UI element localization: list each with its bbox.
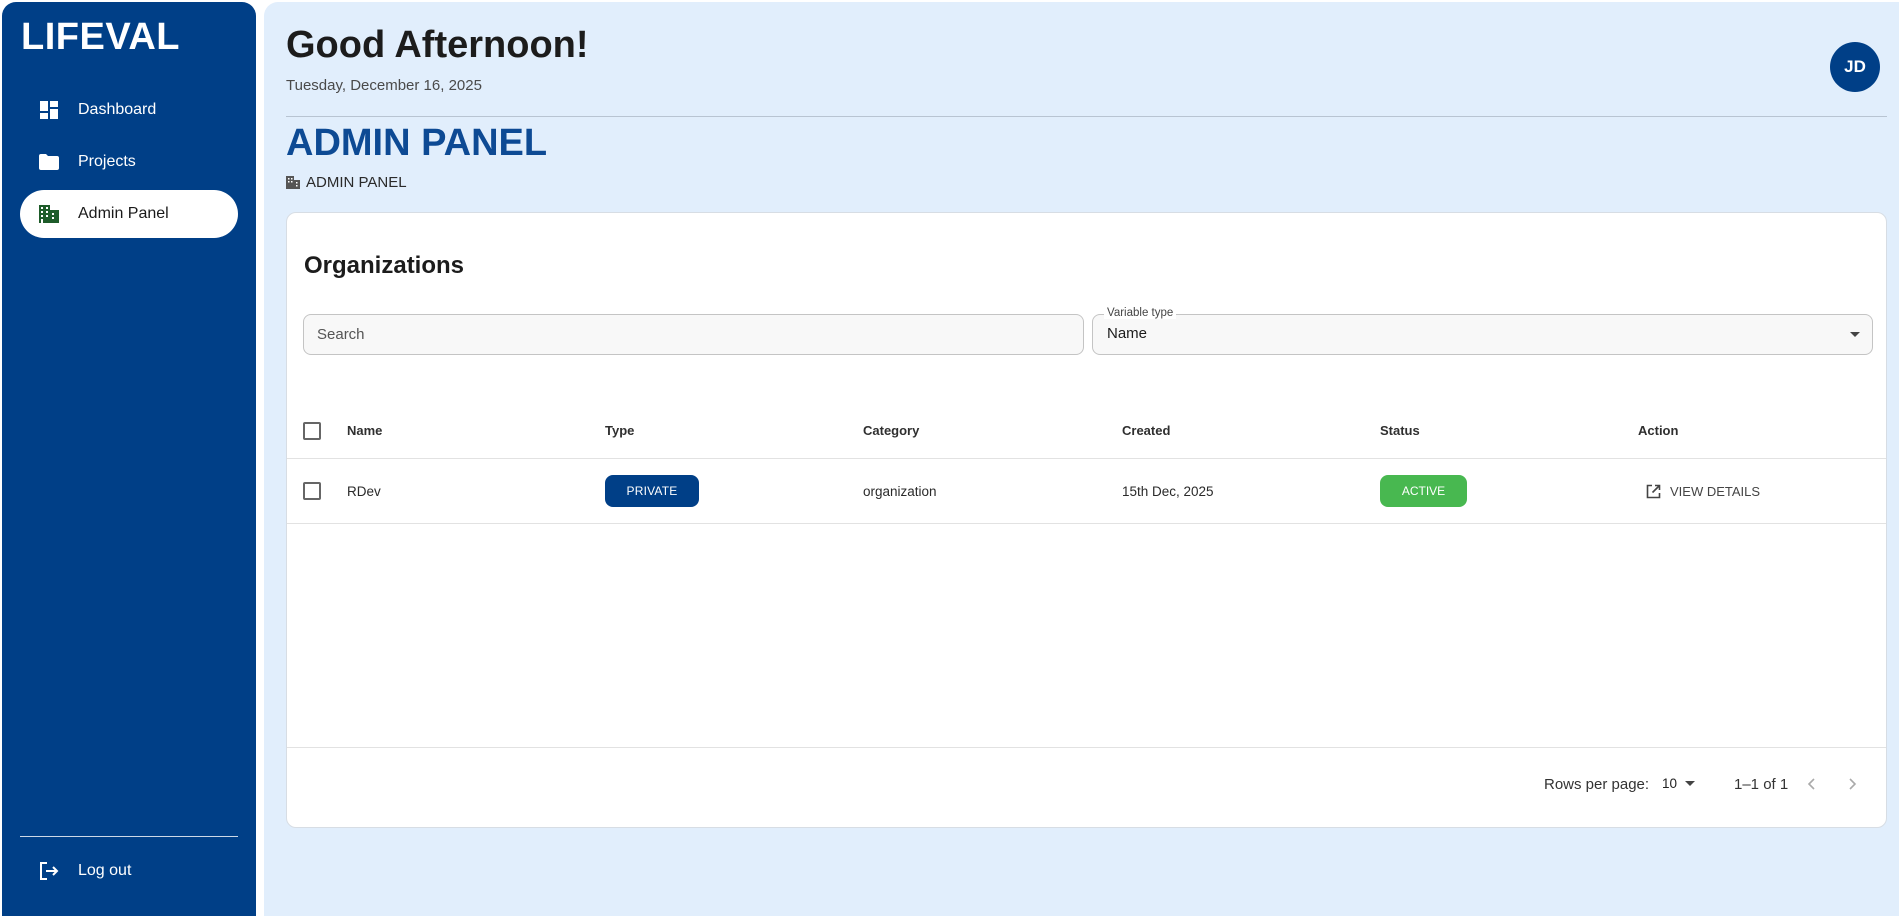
column-header-created[interactable]: Created	[1122, 403, 1170, 458]
select-all-checkbox[interactable]	[303, 421, 321, 440]
sidebar-item-admin-panel[interactable]: Admin Panel	[20, 190, 238, 238]
organizations-card: Organizations Variable type Name Name Ty…	[286, 212, 1887, 828]
select-value: Name	[1107, 325, 1148, 342]
org-category: organization	[863, 483, 937, 499]
org-created: 15th Dec, 2025	[1122, 483, 1214, 499]
rows-per-page-select[interactable]: 10	[1662, 776, 1696, 791]
sidebar-item-dashboard[interactable]: Dashboard	[20, 86, 238, 134]
header-divider	[286, 116, 1887, 117]
sidebar: LIFEVAL Dashboard Projects Admin Panel L…	[2, 2, 256, 916]
breadcrumb: ADMIN PANEL	[286, 174, 407, 191]
sidebar-divider	[20, 836, 238, 837]
page-title: ADMIN PANEL	[286, 122, 548, 164]
status-cell: ACTIVE	[1380, 459, 1467, 523]
logout-label: Log out	[78, 862, 132, 879]
select-all-cell	[303, 403, 321, 458]
view-details-label: VIEW DETAILS	[1670, 483, 1761, 499]
caret-down-icon	[1685, 781, 1696, 786]
table-row[interactable]: RDev PRIVATE organization 15th Dec, 2025…	[287, 459, 1886, 524]
dashboard-icon	[38, 99, 60, 121]
search-input[interactable]	[303, 314, 1084, 355]
caret-down-icon	[1850, 332, 1860, 337]
column-header-type[interactable]: Type	[605, 403, 634, 458]
rows-per-page-label: Rows per page:	[1544, 776, 1650, 793]
avatar[interactable]: JD	[1830, 42, 1880, 92]
sidebar-item-label: Admin Panel	[78, 205, 169, 222]
chevron-left-icon	[1807, 778, 1815, 790]
column-header-category[interactable]: Category	[863, 403, 919, 458]
app-logo: LIFEVAL	[21, 16, 181, 58]
status-badge: ACTIVE	[1380, 475, 1467, 507]
sidebar-item-label: Dashboard	[78, 101, 157, 118]
sidebar-item-projects[interactable]: Projects	[20, 138, 238, 186]
type-badge: PRIVATE	[605, 475, 699, 507]
pagination: Rows per page: 10 1–1 of 1	[287, 748, 1886, 828]
previous-page-button[interactable]	[1800, 772, 1824, 796]
organizations-table: Name Type Category Created Status Action…	[287, 403, 1886, 524]
folder-icon	[38, 151, 60, 173]
main-content: Good Afternoon! Tuesday, December 16, 20…	[264, 2, 1899, 916]
column-header-action: Action	[1638, 423, 1679, 438]
action-cell: VIEW DETAILS	[1646, 459, 1760, 523]
column-header-name[interactable]: Name	[347, 403, 382, 458]
building-icon	[38, 203, 60, 225]
open-in-new-icon	[1646, 483, 1662, 499]
building-icon	[286, 175, 302, 191]
current-date: Tuesday, December 16, 2025	[286, 77, 482, 94]
row-select-cell	[303, 459, 321, 523]
view-details-button[interactable]: VIEW DETAILS	[1646, 483, 1760, 499]
logout-button[interactable]: Log out	[20, 847, 238, 895]
chevron-right-icon	[1849, 778, 1857, 790]
card-title: Organizations	[304, 252, 465, 279]
table-header-row: Name Type Category Created Status Action	[287, 403, 1886, 459]
rows-per-page-value: 10	[1662, 776, 1678, 791]
select-label: Variable type	[1104, 307, 1177, 319]
logout-icon	[38, 860, 60, 882]
column-header-status[interactable]: Status	[1380, 403, 1420, 458]
variable-type-select[interactable]: Variable type Name	[1092, 307, 1873, 355]
row-checkbox[interactable]	[303, 482, 321, 500]
pagination-range: 1–1 of 1	[1734, 776, 1789, 793]
next-page-button[interactable]	[1840, 772, 1864, 796]
org-name: RDev	[347, 483, 381, 499]
greeting-heading: Good Afternoon!	[286, 24, 589, 66]
sidebar-item-label: Projects	[78, 153, 136, 170]
breadcrumb-label[interactable]: ADMIN PANEL	[306, 174, 407, 191]
type-cell: PRIVATE	[605, 459, 699, 523]
